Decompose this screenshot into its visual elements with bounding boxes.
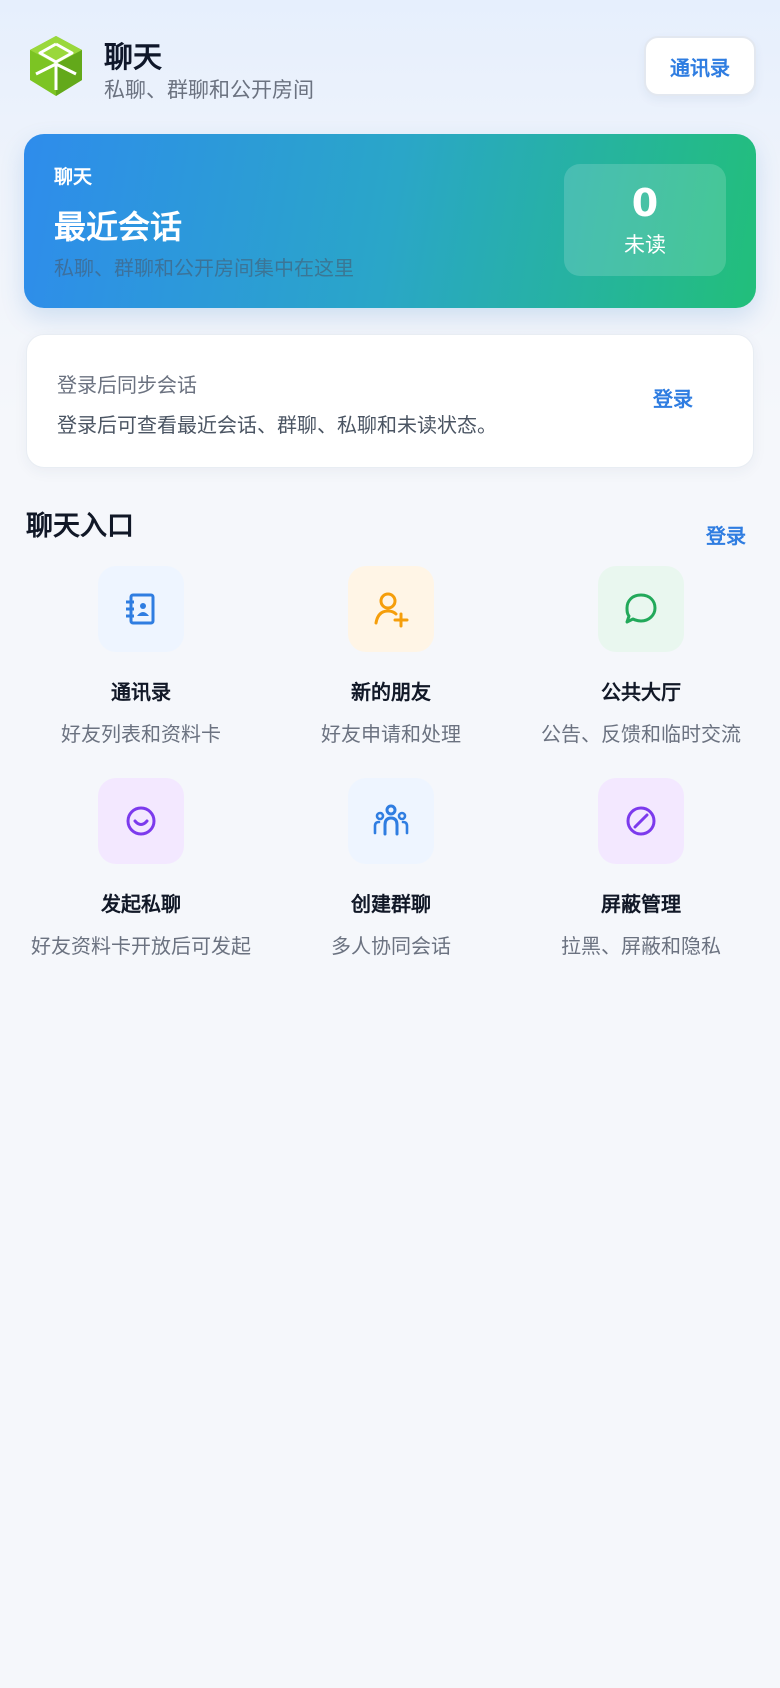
unread-count: 0 [631,181,659,225]
entry-name: 发起私聊 [101,892,181,916]
address-book-icon [126,593,155,625]
header: 聊天 私聊、群聊和公开房间 通讯录 [26,34,756,102]
entry-description: 公告、反馈和临时交流 [541,722,741,746]
entry-icon-box [598,778,684,864]
section-title: 聊天入口 [26,511,134,542]
section-login-link[interactable]: 登录 [706,520,746,549]
login-card-title: 登录后同步会话 [57,373,197,397]
unread-label: 未读 [624,233,666,257]
add-user-icon [374,592,409,628]
entry-icon-box [98,778,184,864]
entry-icon-box [98,566,184,652]
entry-name: 创建群聊 [351,892,431,916]
page-subtitle: 私聊、群聊和公开房间 [104,78,314,102]
entry-contacts[interactable]: 通讯录 好友列表和资料卡 [16,566,266,766]
entry-description: 好友资料卡开放后可发起 [31,934,251,958]
login-sync-card: 登录后同步会话 登录后可查看最近会话、群聊、私聊和未读状态。 登录 [26,334,754,468]
block-icon [626,806,656,836]
entry-description: 好友申请和处理 [321,722,461,746]
entry-name: 屏蔽管理 [601,892,681,916]
entry-name: 新的朋友 [351,680,431,704]
chat-page: 聊天 私聊、群聊和公开房间 通讯录 聊天 最近会话 私聊、群聊和公开房间集中在这… [0,0,780,1688]
banner-title: 最近会话 [54,208,183,246]
entry-icon-box [348,778,434,864]
group-icon [373,804,409,836]
entry-name: 通讯录 [111,680,171,704]
page-title: 聊天 [104,40,163,74]
entry-private-chat[interactable]: 发起私聊 好友资料卡开放后可发起 [16,778,266,978]
entry-description: 多人协同会话 [331,934,451,958]
contacts-button[interactable]: 通讯录 [644,36,756,96]
entry-icon-box [598,566,684,652]
banner-label: 聊天 [54,166,93,188]
entry-description: 好友列表和资料卡 [61,722,221,746]
entry-public-hall[interactable]: 公共大厅 公告、反馈和临时交流 [516,566,766,766]
entry-icon-box [348,566,434,652]
login-button[interactable]: 登录 [653,383,693,412]
entry-new-friends[interactable]: 新的朋友 好友申请和处理 [266,566,516,766]
recent-conversations-banner: 聊天 最近会话 私聊、群聊和公开房间集中在这里 0 未读 [24,134,756,308]
entry-create-group[interactable]: 创建群聊 多人协同会话 [266,778,516,978]
cube-logo-icon [30,36,82,96]
login-card-description: 登录后可查看最近会话、群聊、私聊和未读状态。 [57,413,497,437]
entry-block-management[interactable]: 屏蔽管理 拉黑、屏蔽和隐私 [516,778,766,978]
entry-description: 拉黑、屏蔽和隐私 [561,934,721,958]
unread-counter: 0 未读 [564,164,726,276]
chat-bubble-icon [625,593,657,624]
banner-description: 私聊、群聊和公开房间集中在这里 [54,256,354,280]
entry-name: 公共大厅 [601,680,681,704]
smile-icon [126,806,156,836]
